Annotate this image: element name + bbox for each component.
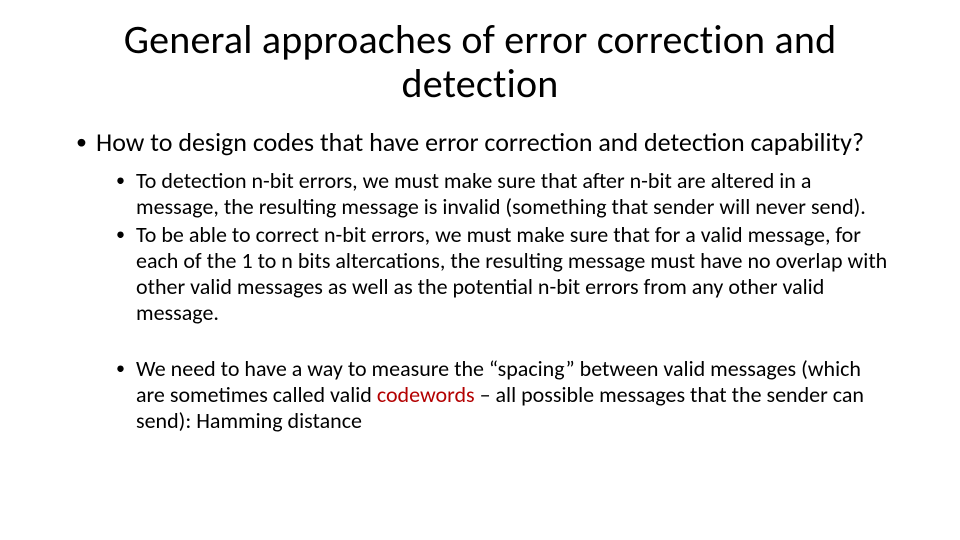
codeword-term: codewords xyxy=(377,381,475,408)
bullet-correction: To be able to correct n-bit errors, we m… xyxy=(112,222,890,326)
slide-body: How to design codes that have error corr… xyxy=(0,106,960,433)
bullet-list-level2: To detection n-bit errors, we must make … xyxy=(96,168,890,326)
slide: General approaches of error correction a… xyxy=(0,0,960,540)
slide-title: General approaches of error correction a… xyxy=(0,0,960,106)
spacer xyxy=(96,328,890,346)
bullet-detection: To detection n-bit errors, we must make … xyxy=(112,168,890,220)
bullet-question: How to design codes that have error corr… xyxy=(70,128,890,433)
bullet-list-level2b: We need to have a way to measure the “sp… xyxy=(96,356,890,434)
bullet-list-level1: How to design codes that have error corr… xyxy=(70,128,890,433)
bullet-hamming: We need to have a way to measure the “sp… xyxy=(112,356,890,434)
bullet-question-text: How to design codes that have error corr… xyxy=(96,126,864,158)
